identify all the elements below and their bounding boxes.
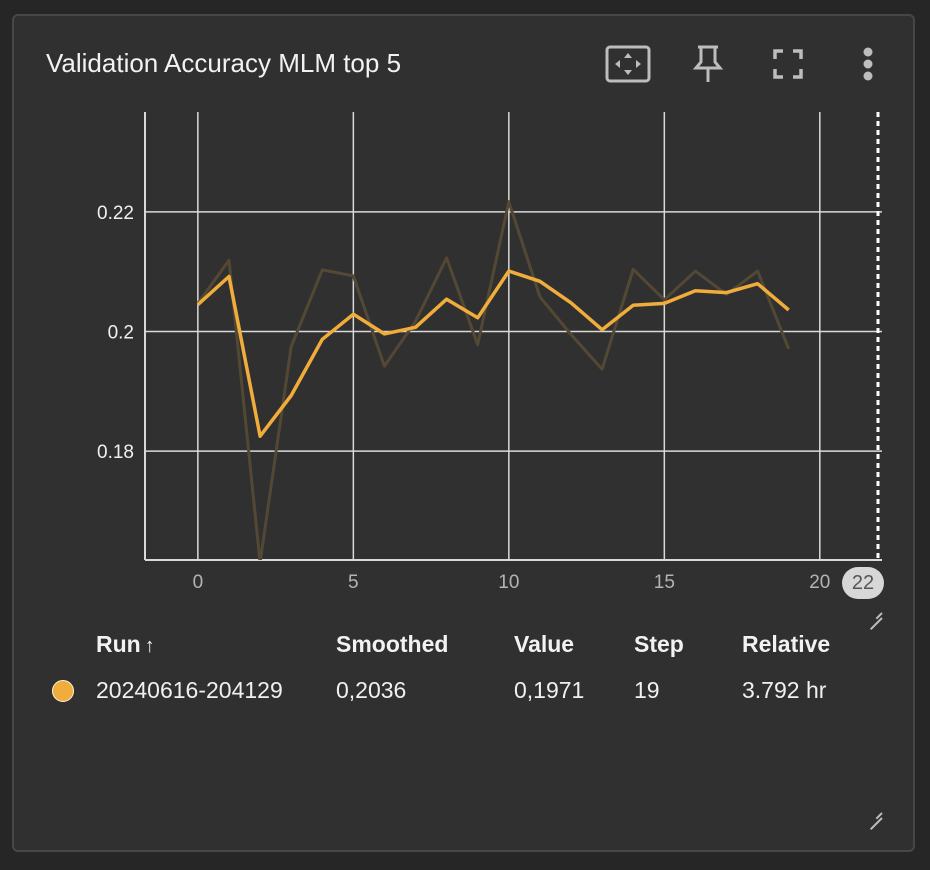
header-run-label: Run bbox=[96, 630, 141, 657]
run-color-dot bbox=[52, 680, 74, 703]
header-run[interactable]: Run ↑ bbox=[96, 624, 336, 664]
header-smoothed[interactable]: Smoothed bbox=[336, 624, 514, 664]
header-relative[interactable]: Relative bbox=[742, 624, 852, 664]
smoothed-value: 0,2036 bbox=[336, 676, 407, 703]
chart-resize-handle[interactable] bbox=[866, 603, 882, 619]
fullscreen-icon bbox=[773, 49, 803, 79]
header-color bbox=[46, 624, 96, 664]
run-name: 20240616-204129 bbox=[96, 676, 283, 703]
x-tick-label: 10 bbox=[498, 572, 519, 593]
run-color-cell bbox=[46, 664, 96, 716]
card-resize-handle[interactable] bbox=[866, 803, 882, 819]
header-step[interactable]: Step bbox=[634, 624, 742, 664]
more-button[interactable] bbox=[844, 40, 892, 88]
relative-value: 3.792 hr bbox=[742, 676, 827, 703]
sort-ascending-icon: ↑ bbox=[144, 634, 155, 657]
raw-value: 0,1971 bbox=[514, 676, 585, 703]
pin-icon bbox=[692, 45, 724, 82]
more-vert-icon bbox=[863, 47, 873, 81]
y-tick-label: 0.18 bbox=[97, 442, 134, 463]
step-value: 19 bbox=[634, 676, 660, 703]
y-tick-label: 0.2 bbox=[108, 323, 134, 344]
y-tick-label: 0.22 bbox=[97, 203, 134, 224]
x-tick-label: 15 bbox=[654, 572, 675, 593]
fullscreen-button[interactable] bbox=[764, 40, 812, 88]
runs-table: Run ↑ Smoothed Value Step Relative 202406… bbox=[46, 624, 852, 716]
pin-button[interactable] bbox=[684, 40, 732, 88]
chart-card bbox=[12, 14, 915, 852]
card-title: Validation Accuracy MLM top 5 bbox=[46, 48, 402, 78]
table-row: 20240616-204129 0,2036 0,1971 19 3.792 h… bbox=[46, 664, 852, 716]
x-tick-label: 0 bbox=[193, 572, 204, 593]
x-tick-label: 20 bbox=[809, 572, 830, 593]
fit-domain-icon bbox=[605, 45, 651, 83]
table-header-row: Run ↑ Smoothed Value Step Relative bbox=[46, 624, 852, 664]
fit-domain-button[interactable] bbox=[604, 40, 652, 88]
step-marker-badge[interactable]: 22 bbox=[842, 567, 884, 599]
x-tick-label: 5 bbox=[348, 572, 359, 593]
header-value[interactable]: Value bbox=[514, 624, 634, 664]
